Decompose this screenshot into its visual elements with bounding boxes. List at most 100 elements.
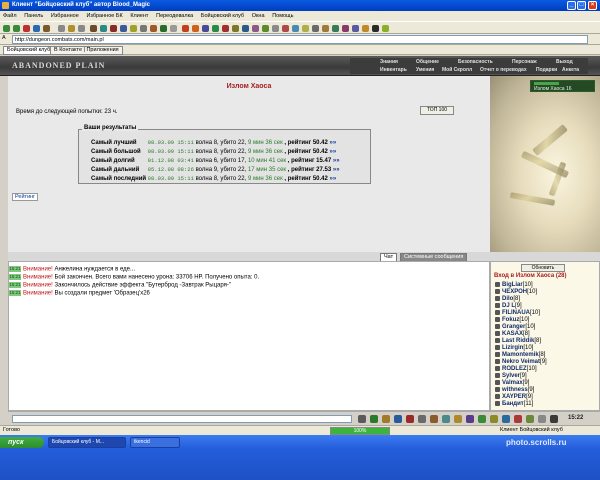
chat-tool-icon[interactable] — [466, 415, 474, 423]
player-item[interactable]: Dilo[8] — [495, 296, 520, 302]
location-minimap[interactable]: Излом Хаоса 16 — [530, 80, 595, 92]
chat-tool-icon[interactable] — [394, 415, 402, 423]
chat-tool-icon[interactable] — [550, 415, 558, 423]
tool-icon[interactable] — [352, 25, 359, 32]
chat-tool-icon[interactable] — [514, 415, 522, 423]
tool-icon[interactable] — [68, 25, 75, 32]
menu-favorites-bk[interactable]: Избранное БК — [86, 13, 122, 19]
player-item[interactable]: KASAX[8] — [495, 331, 530, 337]
player-item[interactable]: RODLEZ[10] — [495, 366, 537, 372]
chat-tool-icon[interactable] — [418, 415, 426, 423]
result-details-link[interactable]: »» — [333, 158, 340, 164]
tool-icon[interactable] — [232, 25, 239, 32]
tool-icon[interactable] — [170, 25, 177, 32]
player-item[interactable]: withness[9] — [495, 387, 534, 393]
tool-icon[interactable] — [120, 25, 127, 32]
back-icon[interactable] — [3, 25, 10, 32]
forward-icon[interactable] — [13, 25, 20, 32]
tool-icon[interactable] — [160, 25, 167, 32]
send-icon[interactable] — [358, 415, 366, 423]
tab-chat[interactable]: Чат — [380, 253, 398, 261]
tool-icon[interactable] — [262, 25, 269, 32]
chat-input[interactable] — [12, 415, 352, 423]
top100-button[interactable]: ТОП 100 — [420, 106, 454, 115]
nav-my-scroll[interactable]: Мой Скролл — [442, 67, 472, 73]
chat-tool-icon[interactable] — [526, 415, 534, 423]
tool-icon[interactable] — [182, 25, 189, 32]
player-item[interactable]: Lizirgin[10] — [495, 345, 533, 351]
menu-help[interactable]: Помощь — [272, 13, 293, 19]
player-item[interactable]: DJ L[9] — [495, 303, 522, 309]
player-item[interactable]: Nekro Veimat[9] — [495, 359, 547, 365]
tool-icon[interactable] — [90, 25, 97, 32]
nav-gifts[interactable]: Подарки — [536, 67, 557, 73]
result-details-link[interactable]: »» — [330, 176, 337, 182]
player-item[interactable]: Mamontemik[8] — [495, 352, 545, 358]
nav-transfer-report[interactable]: Отчет о переводах — [480, 67, 527, 73]
maximize-button[interactable]: □ — [577, 1, 586, 10]
player-item[interactable]: Fokuz[10] — [495, 317, 529, 323]
refresh-icon[interactable] — [33, 25, 40, 32]
tool-icon[interactable] — [252, 25, 259, 32]
url-input[interactable] — [12, 35, 588, 44]
rating-button[interactable]: Рейтинг — [12, 193, 39, 201]
tool-icon[interactable] — [222, 25, 229, 32]
tool-icon[interactable] — [100, 25, 107, 32]
tool-icon[interactable] — [372, 25, 379, 32]
nav-exit[interactable]: Выход — [556, 59, 573, 65]
tool-icon[interactable] — [292, 25, 299, 32]
chat-tool-icon[interactable] — [430, 415, 438, 423]
result-details-link[interactable]: »» — [330, 149, 337, 155]
chat-tool-icon[interactable] — [454, 415, 462, 423]
tab-vkontakte[interactable]: В Контакте | Приложения — [50, 46, 123, 55]
chat-tool-icon[interactable] — [502, 415, 510, 423]
chat-tool-icon[interactable] — [406, 415, 414, 423]
chat-tool-icon[interactable] — [442, 415, 450, 423]
chat-tool-icon[interactable] — [370, 415, 378, 423]
menu-windows[interactable]: Окна — [252, 13, 265, 19]
player-item[interactable]: Valmax[9] — [495, 380, 529, 386]
tool-icon[interactable] — [312, 25, 319, 32]
refresh-button[interactable]: Обновить — [521, 264, 565, 272]
minimize-button[interactable]: _ — [567, 1, 576, 10]
chat-tool-icon[interactable] — [478, 415, 486, 423]
tool-icon[interactable] — [212, 25, 219, 32]
result-details-link[interactable]: »» — [333, 167, 340, 173]
start-button[interactable]: пуск — [0, 437, 44, 448]
menu-wardrobe[interactable]: Переодевалка — [156, 13, 193, 19]
result-details-link[interactable]: »» — [330, 140, 337, 146]
close-button[interactable]: × — [588, 1, 597, 10]
tool-icon[interactable] — [78, 25, 85, 32]
tool-icon[interactable] — [282, 25, 289, 32]
nav-profile[interactable]: Анкета — [562, 67, 579, 73]
player-item[interactable]: Last Riddik[8] — [495, 338, 541, 344]
chat-tool-icon[interactable] — [538, 415, 546, 423]
nav-character[interactable]: Персонаж — [512, 59, 537, 65]
stop-icon[interactable] — [23, 25, 30, 32]
nav-skills[interactable]: Умения — [416, 67, 434, 73]
tool-icon[interactable] — [58, 25, 65, 32]
menu-fight-club[interactable]: Бойцовский клуб — [201, 13, 244, 19]
menu-panel[interactable]: Панель — [24, 13, 43, 19]
tool-icon[interactable] — [140, 25, 147, 32]
player-item[interactable]: Granger[10] — [495, 324, 535, 330]
tool-icon[interactable] — [110, 25, 117, 32]
tool-icon[interactable] — [302, 25, 309, 32]
tool-icon[interactable] — [362, 25, 369, 32]
nav-communication[interactable]: Общение — [416, 59, 439, 65]
tool-icon[interactable] — [202, 25, 209, 32]
tool-icon[interactable] — [342, 25, 349, 32]
tab-system-messages[interactable]: Системные сообщения — [400, 253, 468, 261]
player-item[interactable]: Sylver[9] — [495, 373, 527, 379]
menu-file[interactable]: Файл — [3, 13, 17, 19]
home-icon[interactable] — [43, 25, 50, 32]
menu-favorites[interactable]: Избранное — [51, 13, 79, 19]
tool-icon[interactable] — [130, 25, 137, 32]
tool-icon[interactable] — [382, 25, 389, 32]
task-fight-club[interactable]: Бойцовский клуб - M... — [48, 437, 126, 448]
player-item[interactable]: FILINAUA[10] — [495, 310, 540, 316]
tool-icon[interactable] — [150, 25, 157, 32]
task-tkencid[interactable]: tkencid — [130, 437, 180, 448]
nav-inventory[interactable]: Инвентарь — [380, 67, 407, 73]
tool-icon[interactable] — [322, 25, 329, 32]
